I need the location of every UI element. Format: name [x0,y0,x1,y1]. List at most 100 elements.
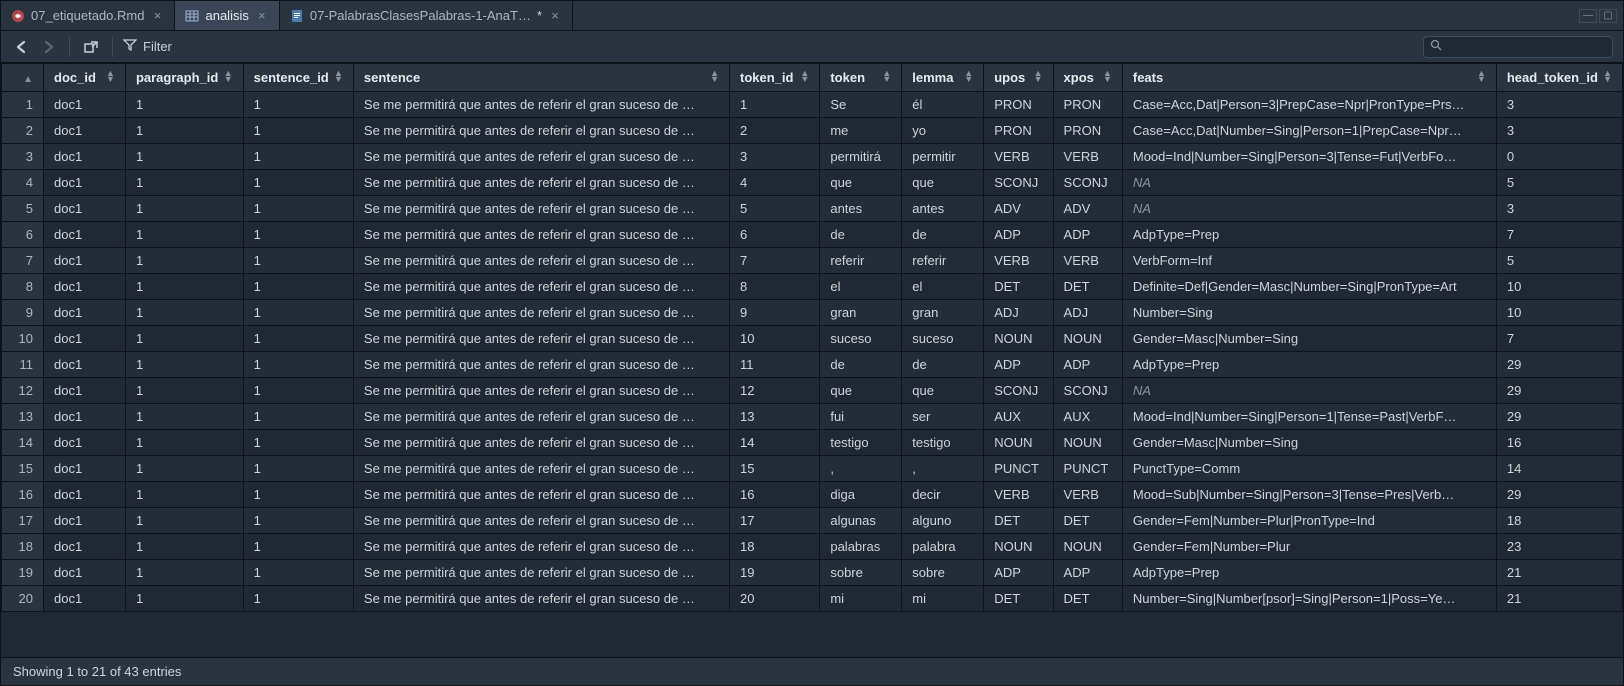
minimize-button[interactable]: ― [1579,9,1597,23]
table-row[interactable]: 20doc111Se me permitirá que antes de ref… [2,586,1623,612]
popout-button[interactable] [80,36,102,58]
column-header-doc_id[interactable]: doc_id▲▼ [44,64,126,92]
table-row[interactable]: 12doc111Se me permitirá que antes de ref… [2,378,1623,404]
cell-xpos: ADP [1053,560,1122,586]
column-header-paragraph_id[interactable]: paragraph_id ▲▼ [125,64,243,92]
cell-sentence_id: 1 [243,274,353,300]
tab-1[interactable]: analisis× [175,1,279,30]
sort-icon: ▲▼ [964,70,973,82]
column-header-xpos[interactable]: xpos▲▼ [1053,64,1122,92]
table-row[interactable]: 16doc111Se me permitirá que antes de ref… [2,482,1623,508]
cell-sentence_id: 1 [243,430,353,456]
data-table-wrap[interactable]: ▲ doc_id▲▼ paragraph_id ▲▼ sentence_id▲▼sen… [1,63,1623,657]
filter-label: Filter [143,39,172,54]
table-row[interactable]: 18doc111Se me permitirá que antes de ref… [2,534,1623,560]
tab-2[interactable]: 07-PalabrasClasesPalabras-1-AnaT…*× [280,1,573,30]
sort-icon: ▲▼ [224,70,233,82]
tab-0[interactable]: 07_etiquetado.Rmd× [1,1,175,30]
cell-head_token_id: 21 [1496,586,1622,612]
table-row[interactable]: 19doc111Se me permitirá que antes de ref… [2,560,1623,586]
cell-xpos: DET [1053,586,1122,612]
cell-doc_id: doc1 [44,196,126,222]
table-row[interactable]: 8doc111Se me permitirá que antes de refe… [2,274,1623,300]
table-row[interactable]: 13doc111Se me permitirá que antes de ref… [2,404,1623,430]
cell-sentence_id: 1 [243,170,353,196]
column-header-head_token_id[interactable]: head_token_id▲▼ [1496,64,1622,92]
table-row[interactable]: 10doc111Se me permitirá que antes de ref… [2,326,1623,352]
cell-paragraph_id: 1 [125,326,243,352]
cell-sentence_id: 1 [243,456,353,482]
table-row[interactable]: 5doc111Se me permitirá que antes de refe… [2,196,1623,222]
cell-doc_id: doc1 [44,508,126,534]
close-tab-icon[interactable]: × [150,9,164,23]
cell-head_token_id: 29 [1496,404,1622,430]
sort-icon: ▲▼ [882,70,891,82]
table-row[interactable]: 11doc111Se me permitirá que antes de ref… [2,352,1623,378]
row-number: 14 [2,430,44,456]
cell-feats: PunctType=Comm [1122,456,1496,482]
table-icon [185,9,199,23]
cell-doc_id: doc1 [44,456,126,482]
table-row[interactable]: 7doc111Se me permitirá que antes de refe… [2,248,1623,274]
cell-token_id: 11 [730,352,820,378]
cell-head_token_id: 10 [1496,300,1622,326]
column-label: upos [994,70,1025,85]
cell-xpos: PUNCT [1053,456,1122,482]
back-button[interactable] [11,36,33,58]
cell-paragraph_id: 1 [125,118,243,144]
table-row[interactable]: 14doc111Se me permitirá que antes de ref… [2,430,1623,456]
search-input[interactable] [1446,40,1606,54]
cell-xpos: PRON [1053,118,1122,144]
column-header-token_id[interactable]: token_id▲▼ [730,64,820,92]
forward-button[interactable] [37,36,59,58]
sort-icon: ▲▼ [106,70,115,82]
search-box[interactable] [1423,36,1613,58]
cell-feats: VerbForm=Inf [1122,248,1496,274]
column-header-token[interactable]: token▲▼ [820,64,902,92]
table-row[interactable]: 3doc111Se me permitirá que antes de refe… [2,144,1623,170]
maximize-button[interactable]: ▢ [1599,9,1617,23]
table-row[interactable]: 15doc111Se me permitirá que antes de ref… [2,456,1623,482]
cell-sentence_id: 1 [243,508,353,534]
column-header-upos[interactable]: upos▲▼ [984,64,1053,92]
table-row[interactable]: 9doc111Se me permitirá que antes de refe… [2,300,1623,326]
data-table: ▲ doc_id▲▼ paragraph_id ▲▼ sentence_id▲▼sen… [1,63,1623,612]
cell-upos: ADP [984,222,1053,248]
cell-token_id: 13 [730,404,820,430]
row-number: 1 [2,92,44,118]
row-number: 2 [2,118,44,144]
table-row[interactable]: 2doc111Se me permitirá que antes de refe… [2,118,1623,144]
column-header-sentence_id[interactable]: sentence_id▲▼ [243,64,353,92]
cell-token: fui [820,404,902,430]
rownum-header[interactable]: ▲ [2,64,44,92]
table-row[interactable]: 6doc111Se me permitirá que antes de refe… [2,222,1623,248]
column-label: paragraph_id [136,70,218,85]
cell-token_id: 14 [730,430,820,456]
cell-sentence: Se me permitirá que antes de referir el … [353,248,729,274]
column-header-feats[interactable]: feats▲▼ [1122,64,1496,92]
cell-feats: Gender=Masc|Number=Sing [1122,326,1496,352]
cell-paragraph_id: 1 [125,222,243,248]
cell-sentence: Se me permitirá que antes de referir el … [353,274,729,300]
column-header-lemma[interactable]: lemma▲▼ [902,64,984,92]
table-row[interactable]: 17doc111Se me permitirá que antes de ref… [2,508,1623,534]
cell-xpos: AUX [1053,404,1122,430]
cell-token_id: 12 [730,378,820,404]
cell-doc_id: doc1 [44,92,126,118]
close-tab-icon[interactable]: × [548,9,562,23]
column-header-sentence[interactable]: sentence▲▼ [353,64,729,92]
filter-button[interactable]: Filter [123,38,172,55]
search-icon [1430,39,1442,54]
cell-sentence: Se me permitirá que antes de referir el … [353,560,729,586]
cell-head_token_id: 5 [1496,248,1622,274]
cell-paragraph_id: 1 [125,196,243,222]
cell-feats: Number=Sing|Number[psor]=Sing|Person=1|P… [1122,586,1496,612]
cell-token: gran [820,300,902,326]
cell-upos: SCONJ [984,378,1053,404]
cell-token: Se [820,92,902,118]
cell-xpos: ADJ [1053,300,1122,326]
cell-sentence_id: 1 [243,92,353,118]
table-row[interactable]: 4doc111Se me permitirá que antes de refe… [2,170,1623,196]
table-row[interactable]: 1doc111Se me permitirá que antes de refe… [2,92,1623,118]
close-tab-icon[interactable]: × [255,9,269,23]
